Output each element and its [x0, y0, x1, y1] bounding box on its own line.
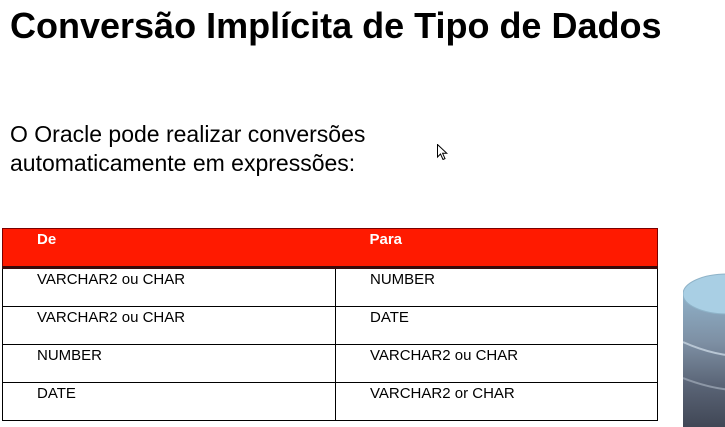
mouse-cursor-icon [437, 144, 448, 160]
cell-para: DATE [335, 306, 658, 345]
header-de: De [2, 228, 336, 269]
body-line-1: O Oracle pode realizar conversões [10, 121, 366, 147]
table-row: NUMBER VARCHAR2 ou CHAR [2, 344, 658, 383]
cell-de: NUMBER [2, 344, 336, 383]
slide-body-text: O Oracle pode realizar conversões automa… [10, 120, 430, 178]
cell-para: VARCHAR2 ou CHAR [335, 344, 658, 383]
header-para: Para [335, 228, 658, 269]
table-row: VARCHAR2 ou CHAR DATE [2, 306, 658, 345]
cell-para: NUMBER [335, 267, 658, 307]
table-row: VARCHAR2 ou CHAR NUMBER [2, 267, 658, 307]
slide-title: Conversão Implícita de Tipo de Dados [10, 5, 662, 46]
body-line-2: automaticamente em expressões: [10, 150, 356, 176]
table-header-row: De Para [2, 228, 658, 269]
cell-de: VARCHAR2 ou CHAR [2, 306, 336, 345]
cell-para: VARCHAR2 or CHAR [335, 382, 658, 421]
cell-de: DATE [2, 382, 336, 421]
cell-de: VARCHAR2 ou CHAR [2, 267, 336, 307]
table-row: DATE VARCHAR2 or CHAR [2, 382, 658, 421]
conversion-table: De Para VARCHAR2 ou CHAR NUMBER VARCHAR2… [2, 228, 658, 421]
database-cylinder-icon [683, 273, 725, 427]
